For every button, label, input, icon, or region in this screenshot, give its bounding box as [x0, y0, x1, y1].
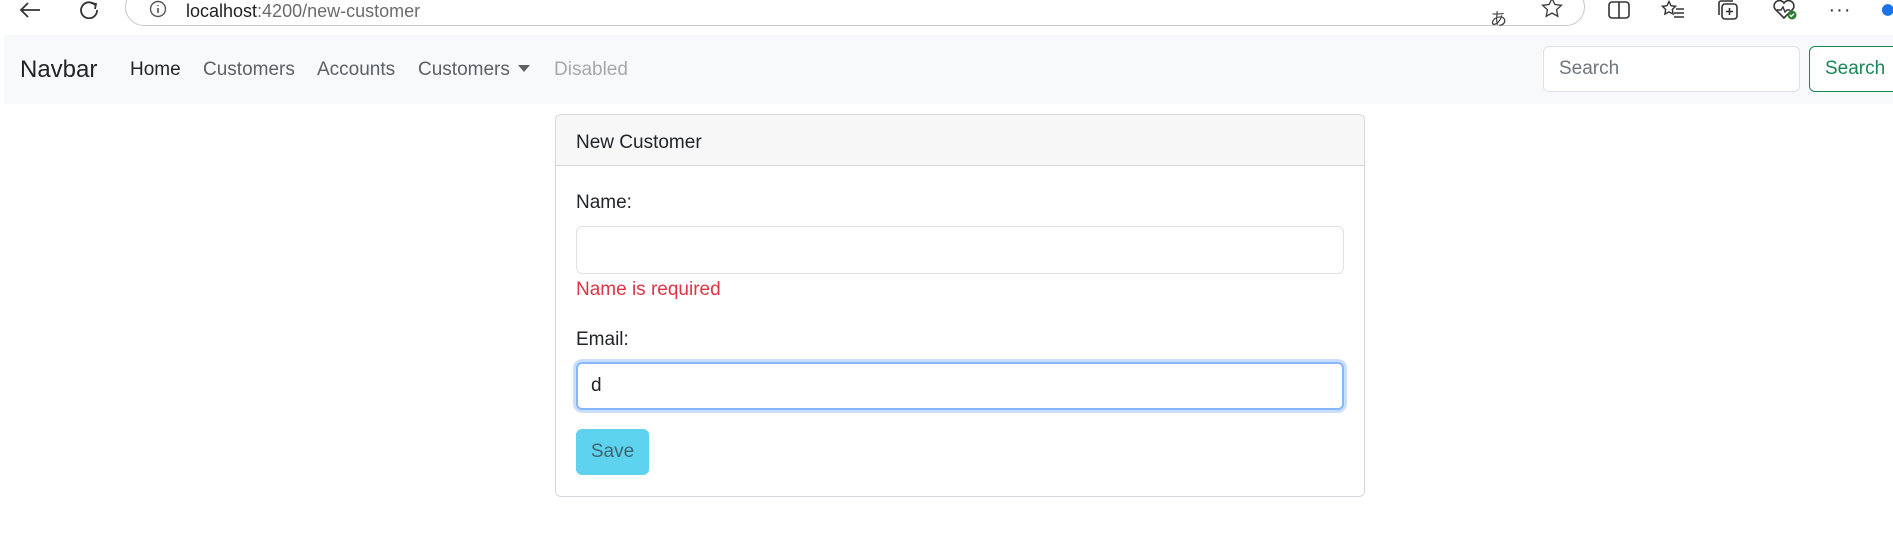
name-label: Name:	[576, 192, 632, 213]
card-title: New Customer	[576, 132, 702, 153]
nav-dropdown-label: Customers	[418, 59, 510, 80]
name-input[interactable]	[576, 226, 1344, 274]
url-text: localhost:4200/new-customer	[186, 1, 420, 21]
caret-down-icon	[517, 64, 530, 72]
browser-essentials-icon[interactable]	[1772, 0, 1798, 20]
name-error-message: Name is required	[576, 279, 721, 300]
copilot-icon[interactable]	[1880, 0, 1893, 20]
more-icon[interactable]: ···	[1828, 0, 1852, 21]
collections-icon[interactable]	[1716, 0, 1740, 20]
reload-icon[interactable]	[78, 0, 100, 20]
nav-link-disabled: Disabled	[554, 59, 628, 80]
card-header: New Customer	[556, 115, 1364, 166]
nav-link-customers[interactable]: Customers	[203, 58, 295, 81]
split-screen-icon[interactable]	[1607, 0, 1631, 20]
browser-toolbar: localhost:4200/new-customer aあ ···	[0, 0, 1893, 32]
navbar-brand[interactable]: Navbar	[20, 55, 97, 84]
save-button[interactable]: Save	[576, 429, 649, 475]
favorite-star-icon[interactable]	[1540, 0, 1564, 18]
navbar: Navbar Home Customers Accounts Customers…	[4, 35, 1893, 104]
nav-dropdown-customers[interactable]: Customers	[418, 58, 530, 81]
email-label: Email:	[576, 329, 629, 350]
favorites-icon[interactable]	[1660, 0, 1686, 20]
back-icon[interactable]	[18, 0, 42, 20]
address-bar[interactable]: localhost:4200/new-customer aあ	[125, 0, 1585, 29]
url-host: localhost	[186, 1, 258, 21]
translate-icon[interactable]: aあ	[1490, 0, 1516, 29]
nav-link-home[interactable]: Home	[130, 58, 181, 81]
new-customer-card: New Customer Name: Name is required Emai…	[555, 114, 1365, 497]
site-info-icon[interactable]	[148, 0, 168, 19]
search-button[interactable]: Search	[1809, 46, 1893, 92]
email-input[interactable]	[576, 362, 1344, 410]
url-path: :4200/new-customer	[257, 1, 421, 21]
nav-link-accounts[interactable]: Accounts	[317, 58, 395, 81]
search-input[interactable]	[1543, 46, 1800, 92]
